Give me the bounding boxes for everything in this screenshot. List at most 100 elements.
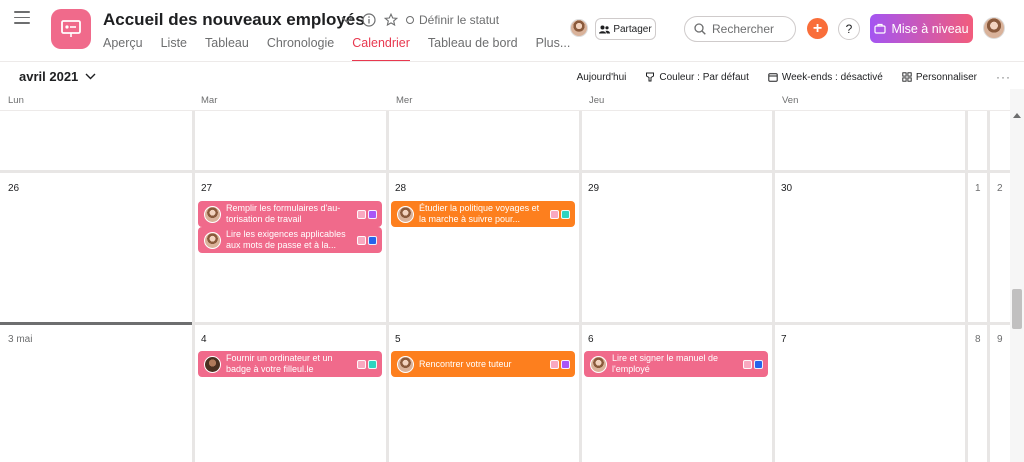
- date-label: 3 mai: [8, 334, 33, 345]
- scroll-thumb[interactable]: [1012, 289, 1022, 329]
- share-label: Partager: [613, 23, 652, 35]
- share-button[interactable]: Partager: [595, 18, 656, 40]
- date-label: 9: [997, 334, 1003, 345]
- star-icon[interactable]: [384, 13, 398, 27]
- set-status-label: Définir le statut: [419, 13, 500, 27]
- date-label: 26: [8, 183, 20, 194]
- set-status-button[interactable]: Définir le statut: [406, 13, 499, 27]
- tab-overview[interactable]: Aperçu: [103, 36, 143, 62]
- task-tags: [357, 209, 377, 219]
- column-divider: [386, 111, 389, 462]
- calendar-icon: [768, 73, 778, 82]
- more-options-button[interactable]: ···: [996, 70, 1011, 84]
- search-icon: [694, 23, 706, 35]
- tag-swatch: [754, 359, 763, 369]
- column-divider: [987, 111, 990, 462]
- tab-timeline[interactable]: Chronologie: [267, 36, 334, 62]
- assignee-avatar: [204, 355, 221, 373]
- day-header-fri: Ven: [774, 89, 1010, 111]
- project-title: Accueil des nouveaux employés: [103, 10, 365, 29]
- task-card[interactable]: Étudier la politique voyages et la march…: [391, 201, 575, 227]
- weekends-button[interactable]: Week-ends : désactivé: [768, 72, 883, 83]
- info-icon[interactable]: [362, 13, 376, 27]
- tag-swatch: [368, 209, 377, 219]
- task-tags: [743, 359, 763, 369]
- presentation-board-icon: [61, 20, 81, 37]
- upgrade-button[interactable]: Mise à niveau: [870, 14, 973, 43]
- tab-list[interactable]: Liste: [161, 36, 187, 62]
- column-divider: [192, 111, 195, 462]
- tag-swatch: [357, 359, 366, 369]
- search-box[interactable]: [684, 16, 796, 42]
- assignee-avatar: [204, 205, 221, 223]
- assignee-avatar: [397, 205, 414, 223]
- task-title: Remplir les formulaires d'au-torisation …: [226, 203, 341, 224]
- column-divider: [965, 111, 968, 462]
- member-avatar[interactable]: [570, 19, 588, 37]
- calendar-toolbar: avril 2021 Aujourd'hui Couleur : Par déf…: [0, 61, 1024, 89]
- scroll-up-icon[interactable]: [1013, 113, 1021, 118]
- quick-add-button[interactable]: +: [807, 18, 828, 39]
- chevron-down-icon: [85, 73, 96, 80]
- date-label: 4: [201, 334, 207, 345]
- today-button[interactable]: Aujourd'hui: [577, 72, 627, 83]
- date-label: 30: [781, 183, 793, 194]
- column-divider: [772, 111, 775, 462]
- task-card[interactable]: Lire les exigences applicables aux mots …: [198, 227, 382, 253]
- task-card[interactable]: Fournir un ordinateur et un badge à votr…: [198, 351, 382, 377]
- task-card[interactable]: Lire et signer le manuel de l'employé: [584, 351, 768, 377]
- date-label: 6: [588, 334, 594, 345]
- week-divider: [0, 170, 1010, 173]
- tag-swatch: [357, 235, 366, 245]
- tab-board[interactable]: Tableau: [205, 36, 249, 62]
- day-header-tue: Mar: [193, 89, 388, 111]
- customize-button[interactable]: Personnaliser: [902, 72, 977, 83]
- people-icon: [599, 25, 611, 33]
- task-title: Lire et signer le manuel de l'employé: [612, 353, 719, 374]
- top-bar: Accueil des nouveaux employés Définir le…: [0, 0, 1024, 62]
- tag-swatch: [561, 359, 570, 369]
- color-label: Couleur : Par défaut: [659, 71, 749, 83]
- task-card[interactable]: Remplir les formulaires d'au-torisation …: [198, 201, 382, 227]
- tab-more[interactable]: Plus...: [536, 36, 571, 62]
- task-tags: [550, 359, 570, 369]
- day-header-wed: Mer: [388, 89, 581, 111]
- task-title: Étudier la politique voyages et la march…: [419, 203, 540, 224]
- menu-icon[interactable]: [14, 11, 30, 25]
- date-label: 1: [975, 183, 981, 194]
- grid-icon: [902, 72, 912, 82]
- search-input[interactable]: [712, 22, 790, 36]
- tab-calendar[interactable]: Calendrier: [352, 36, 410, 62]
- briefcase-icon: [874, 23, 887, 34]
- today-label: Aujourd'hui: [576, 71, 627, 83]
- tab-dashboard[interactable]: Tableau de bord: [428, 36, 518, 62]
- status-dot-icon: [406, 16, 414, 24]
- day-header-mon: Lun: [0, 89, 193, 111]
- tag-swatch: [368, 359, 377, 369]
- assignee-avatar: [204, 231, 221, 249]
- vertical-scrollbar[interactable]: [1010, 89, 1024, 462]
- color-button[interactable]: Couleur : Par défaut: [645, 72, 749, 83]
- chevron-down-icon[interactable]: [340, 13, 354, 27]
- help-button[interactable]: ?: [838, 18, 860, 40]
- assignee-avatar: [590, 355, 607, 373]
- customize-label: Personnaliser: [915, 71, 977, 83]
- task-title: Lire les exigences applicables aux mots …: [226, 229, 346, 250]
- paint-bucket-icon: [646, 72, 655, 82]
- project-tabs: Aperçu Liste Tableau Chronologie Calendr…: [103, 36, 588, 62]
- date-label: 29: [588, 183, 600, 194]
- month-label: avril 2021: [19, 69, 79, 84]
- date-label: 5: [395, 334, 401, 345]
- tag-swatch: [550, 209, 559, 219]
- date-label: 7: [781, 334, 787, 345]
- column-divider: [579, 111, 582, 462]
- user-avatar[interactable]: [983, 17, 1005, 39]
- task-card[interactable]: Rencontrer votre tuteur: [391, 351, 575, 377]
- weekends-label: Week-ends : désactivé: [781, 71, 883, 83]
- date-label: 2: [997, 183, 1003, 194]
- current-week-indicator: [0, 322, 192, 325]
- month-picker[interactable]: avril 2021: [19, 69, 96, 84]
- date-label: 27: [201, 183, 213, 194]
- tag-swatch: [561, 209, 570, 219]
- upgrade-label: Mise à niveau: [891, 21, 969, 36]
